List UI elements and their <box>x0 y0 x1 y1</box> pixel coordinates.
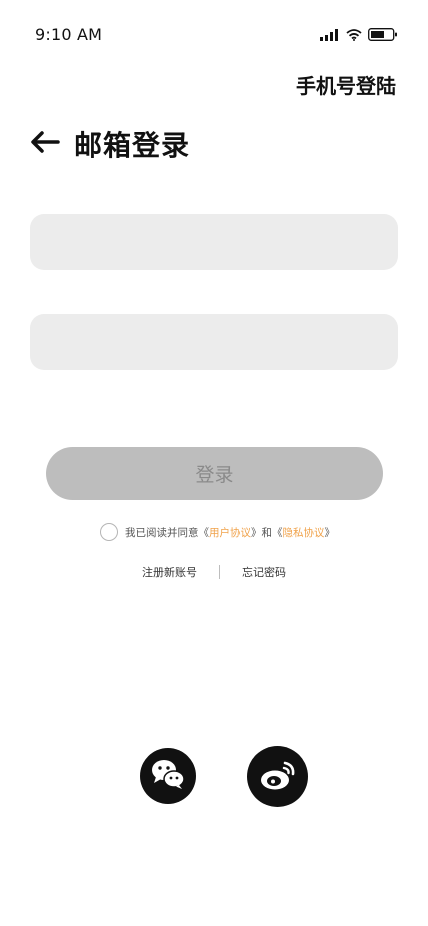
register-link[interactable]: 注册新账号 <box>142 564 197 580</box>
agreement-checkbox[interactable] <box>100 523 118 541</box>
links-divider <box>219 565 220 579</box>
back-arrow-icon[interactable] <box>30 130 60 158</box>
email-login-screen: 9:10 AM 手机号登陆 邮箱登录 登录 我已阅读并同意《用户协议》和《隐私协… <box>0 0 428 926</box>
account-links: 注册新账号 忘记密码 <box>0 564 428 580</box>
page-title: 邮箱登录 <box>74 129 191 162</box>
agreement-prefix: 我已阅读并同意《 <box>125 526 209 539</box>
battery-icon <box>368 26 398 45</box>
social-login <box>0 746 428 808</box>
wechat-login-button[interactable] <box>140 748 196 804</box>
forgot-password-link[interactable]: 忘记密码 <box>242 564 286 580</box>
email-input[interactable] <box>30 214 398 270</box>
privacy-policy-link[interactable]: 隐私协议 <box>283 527 325 539</box>
signal-icon <box>320 26 340 45</box>
title-row: 邮箱登录 <box>30 124 190 164</box>
status-icons <box>320 26 398 45</box>
weibo-login-button[interactable] <box>247 746 308 807</box>
agreement-text: 我已阅读并同意《用户协议》和《隐私协议》 <box>125 525 335 540</box>
status-time: 9:10 AM <box>35 25 103 44</box>
agreement-suffix: 》 <box>324 526 336 539</box>
login-button[interactable]: 登录 <box>46 447 383 500</box>
agreement-row: 我已阅读并同意《用户协议》和《隐私协议》 <box>100 523 335 541</box>
wifi-icon <box>346 26 362 45</box>
wechat-icon <box>150 758 186 794</box>
agreement-middle: 》和《 <box>251 526 283 539</box>
password-input[interactable] <box>30 314 398 370</box>
phone-login-link[interactable]: 手机号登陆 <box>296 70 396 99</box>
weibo-icon <box>259 759 297 795</box>
user-agreement-link[interactable]: 用户协议 <box>209 527 251 539</box>
